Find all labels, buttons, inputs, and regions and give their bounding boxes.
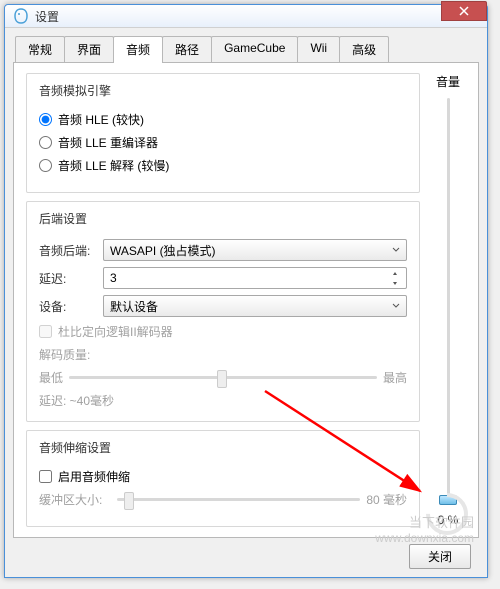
stretch-legend: 音频伸缩设置	[35, 439, 115, 456]
backend-group: 后端设置 音频后端: WASAPI (独占模式) 延迟: 3	[26, 201, 420, 422]
radio-lle-interpreter-label: 音频 LLE 解释 (较慢)	[58, 157, 169, 174]
dialog-buttons: 关闭	[13, 538, 479, 569]
device-select-value: 默认设备	[110, 298, 158, 315]
window-title: 设置	[35, 8, 441, 25]
dolby-checkbox	[39, 325, 52, 338]
radio-lle-recompiler-input[interactable]	[39, 136, 52, 149]
tab-interface[interactable]: 界面	[64, 36, 114, 62]
stretch-enable-row[interactable]: 启用音频伸缩	[39, 468, 407, 485]
radio-hle[interactable]: 音频 HLE (较快)	[39, 111, 407, 128]
tab-paths[interactable]: 路径	[162, 36, 212, 62]
volume-column: 音量 0 %	[428, 73, 468, 527]
titlebar[interactable]: 设置	[5, 5, 487, 28]
backend-row: 音频后端: WASAPI (独占模式)	[39, 239, 407, 261]
quality-high-label: 最高	[383, 369, 407, 386]
tab-advanced[interactable]: 高级	[339, 36, 389, 62]
tab-panel-audio: 音频模拟引擎 音频 HLE (较快) 音频 LLE 重编译器 音频 LLE 解释…	[13, 62, 479, 538]
tab-gamecube[interactable]: GameCube	[211, 36, 298, 62]
volume-slider[interactable]	[447, 98, 450, 505]
buffer-slider-thumb	[124, 492, 134, 510]
close-icon	[459, 6, 469, 16]
close-dialog-button[interactable]: 关闭	[409, 544, 471, 569]
client-area: 常规 界面 音频 路径 GameCube Wii 高级 音频模拟引擎 音频 HL…	[5, 28, 487, 577]
chevron-down-icon	[392, 243, 400, 257]
backend-label: 音频后端:	[39, 242, 97, 259]
app-icon	[13, 8, 29, 24]
settings-window: 设置 常规 界面 音频 路径 GameCube Wii 高级 音频模拟引擎 音频	[4, 4, 488, 578]
main-column: 音频模拟引擎 音频 HLE (较快) 音频 LLE 重编译器 音频 LLE 解释…	[26, 73, 420, 527]
quality-label: 解码质量:	[39, 346, 407, 363]
volume-label: 音量	[436, 73, 460, 90]
spinner-down[interactable]	[390, 279, 400, 287]
device-select[interactable]: 默认设备	[103, 295, 407, 317]
tab-audio[interactable]: 音频	[113, 36, 163, 63]
volume-slider-thumb[interactable]	[439, 495, 457, 505]
latency-value: 3	[110, 271, 117, 285]
volume-value: 0 %	[438, 513, 459, 527]
chevron-down-icon	[392, 299, 400, 313]
device-label: 设备:	[39, 298, 97, 315]
stretch-enable-label: 启用音频伸缩	[58, 468, 130, 485]
close-button[interactable]	[441, 1, 487, 21]
spinner-up[interactable]	[390, 270, 400, 278]
tab-general[interactable]: 常规	[15, 36, 65, 62]
radio-hle-input[interactable]	[39, 113, 52, 126]
quality-slider	[69, 376, 377, 379]
buffer-row: 缓冲区大小: 80 毫秒	[39, 491, 407, 508]
dolby-checkbox-row: 杜比定向逻辑II解码器	[39, 323, 407, 340]
latency-label: 延迟:	[39, 270, 97, 287]
latency-info: 延迟: ~40毫秒	[39, 392, 407, 409]
quality-low-label: 最低	[39, 369, 63, 386]
radio-lle-recompiler[interactable]: 音频 LLE 重编译器	[39, 134, 407, 151]
audio-engine-group: 音频模拟引擎 音频 HLE (较快) 音频 LLE 重编译器 音频 LLE 解释…	[26, 73, 420, 193]
audio-engine-legend: 音频模拟引擎	[35, 82, 115, 99]
radio-lle-recompiler-label: 音频 LLE 重编译器	[58, 134, 158, 151]
quality-slider-row: 最低 最高	[39, 369, 407, 386]
latency-row: 延迟: 3	[39, 267, 407, 289]
radio-lle-interpreter[interactable]: 音频 LLE 解释 (较慢)	[39, 157, 407, 174]
tab-strip: 常规 界面 音频 路径 GameCube Wii 高级	[15, 36, 479, 62]
dolby-label: 杜比定向逻辑II解码器	[58, 323, 173, 340]
latency-spinner[interactable]: 3	[103, 267, 407, 289]
buffer-slider	[117, 498, 360, 501]
stretch-group: 音频伸缩设置 启用音频伸缩 缓冲区大小: 80 毫秒	[26, 430, 420, 527]
backend-select-value: WASAPI (独占模式)	[110, 242, 216, 259]
buffer-value: 80 毫秒	[366, 491, 407, 508]
radio-lle-interpreter-input[interactable]	[39, 159, 52, 172]
device-row: 设备: 默认设备	[39, 295, 407, 317]
tab-wii[interactable]: Wii	[297, 36, 340, 62]
buffer-label: 缓冲区大小:	[39, 491, 111, 508]
quality-slider-thumb	[217, 370, 227, 388]
backend-legend: 后端设置	[35, 210, 91, 227]
radio-hle-label: 音频 HLE (较快)	[58, 111, 144, 128]
stretch-enable-checkbox[interactable]	[39, 470, 52, 483]
backend-select[interactable]: WASAPI (独占模式)	[103, 239, 407, 261]
